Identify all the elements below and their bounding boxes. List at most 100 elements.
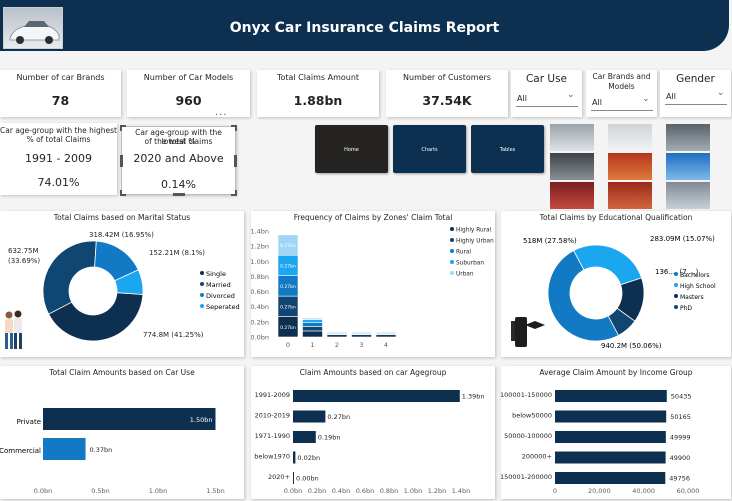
bar-commercial (43, 438, 86, 460)
y-tick-label: 0.2bn (251, 318, 269, 326)
x-axis: 0.0bn 0.2bn 0.4bn 0.6bn 0.8bn 1.0bn 1.2bn 1.4bn (284, 487, 471, 495)
resize-handle[interactable] (231, 125, 237, 131)
slicer-underline (516, 106, 578, 107)
resize-handle[interactable] (120, 155, 123, 167)
x-tick-label: 0.4bn (332, 487, 351, 495)
x-tick-label: 4 (384, 341, 388, 349)
donut-slices (42, 240, 144, 342)
bar-segment-highly-rural (375, 334, 397, 338)
car-thumbnail (550, 182, 594, 209)
car-thumbnail (666, 124, 710, 151)
kpi-label: Number of car Brands (16, 73, 105, 82)
category-label: 2010-2019 (255, 412, 290, 420)
slicer-car-use[interactable]: Car Use All ⌄ (511, 70, 582, 117)
income-chart-card: Average Claim Amount by Income Group 100… (501, 366, 731, 499)
slicer-selected[interactable]: All (517, 94, 527, 103)
y-tick-label: 0.6bn (251, 288, 269, 296)
education-donut: 518M (27.58%) 283.09M (15.07%) 136.... (… (511, 235, 716, 350)
bar-1971-1990 (293, 431, 316, 443)
x-tick-label: 20,000 (588, 487, 611, 495)
bar-segment-suburban (351, 332, 372, 334)
lowest-agegroup: 2020 and Above (133, 152, 224, 165)
car-thumbnail (666, 182, 710, 209)
slicer-title: Car Use (525, 73, 568, 85)
bar-segment-highly-rural (351, 334, 372, 338)
resize-handle[interactable] (173, 193, 185, 196)
marital-status-donut: 318.42M (16.95%) 152.21M (8.1%) 632.75M … (5, 231, 240, 349)
category-label: 100001-150000 (501, 391, 552, 399)
slicer-selected[interactable]: All (666, 92, 676, 101)
edu-high-school-label: 518M (27.58%) (523, 237, 577, 245)
car-thumbnail (608, 182, 652, 209)
category-label: 50000-100000 (504, 432, 552, 440)
slicer-title: Gender (676, 73, 715, 85)
legend-marker (200, 282, 204, 286)
zones-stacked-bar-chart: 0.0bn 0.2bn 0.4bn 0.6bn 0.8bn 1.0bn 1.2bn 1.4bn… (251, 227, 494, 349)
resize-handle[interactable] (231, 190, 237, 196)
marital-status-chart-card: Total Claims based on Marital Status 318… (0, 211, 244, 357)
x-tick-label: 1.0bn (149, 487, 168, 495)
highest-agegroup: 1991 - 2009 (25, 152, 92, 165)
legend-marker (450, 238, 454, 242)
data-label: 0.02bn (297, 454, 320, 462)
income-bar-chart: 100001-150000 50435 below50000 50165 50000-1… (501, 390, 699, 495)
legend-marker (450, 271, 454, 275)
category-label: below50000 (512, 412, 552, 420)
chevron-down-icon[interactable]: ⌄ (567, 90, 575, 100)
data-label: 0.27bn (280, 243, 296, 249)
education-chart-card: Total Claims by Educational Qualificatio… (501, 211, 731, 357)
category-label: 150001-200000 (501, 473, 552, 481)
bar-segment-suburban (375, 332, 397, 334)
legend-marker (450, 249, 454, 253)
kpi-value: 960 (175, 93, 202, 108)
legend-label: Highly Rural (456, 228, 492, 234)
resize-handle[interactable] (120, 190, 126, 196)
card-label-line2: of the total claims (144, 137, 213, 146)
legend-marker (450, 227, 454, 231)
x-tick-label: 0.2bn (308, 487, 327, 495)
category-label: 2020+ (268, 473, 290, 481)
resize-handle[interactable] (234, 155, 237, 167)
slicer-title-line2: Models (608, 82, 635, 91)
bar-2010-2019 (293, 410, 326, 423)
legend-label: Urban (456, 272, 474, 278)
bar-segment-suburban (326, 332, 348, 334)
lowest-agegroup-card[interactable]: Car age-group with the lowest % of the t… (120, 125, 237, 196)
donut-slice-high-school (573, 244, 643, 286)
kpi-label: Number of Customers (403, 73, 491, 82)
legend-marker (674, 283, 678, 287)
tables-button[interactable]: Tables (471, 125, 544, 173)
slicer-title-line1: Car Brands and (592, 72, 651, 81)
category-label: 1991-2009 (255, 391, 290, 399)
bar-segment-highly-urban (302, 326, 323, 332)
chevron-down-icon[interactable]: ⌄ (717, 88, 725, 98)
x-tick-label: 1.0bn (404, 487, 423, 495)
x-tick-label: 1 (310, 341, 314, 349)
legend-label: Married (206, 281, 231, 289)
chevron-down-icon[interactable]: ⌄ (642, 94, 650, 104)
more-options-icon[interactable]: ... (215, 107, 235, 118)
stacked-bars: 0.27bn 0.27bn 0.27bn 0.27bn 0.27bn (277, 234, 397, 338)
home-button[interactable]: Home (315, 125, 388, 173)
x-tick-label: 0.0bn (284, 487, 303, 495)
category-label: below1970 (254, 453, 290, 461)
legend-marker (200, 271, 204, 275)
data-label: 0.00bn (296, 475, 319, 483)
card-label-line1: Car age-group with the highest (0, 126, 117, 135)
data-label: 50165 (670, 413, 691, 421)
legend-label: Masters (680, 294, 704, 301)
slicer-car-brands[interactable]: Car Brands and Models All ⌄ (586, 70, 657, 117)
legend-label: Seperated (206, 303, 240, 311)
charts-button[interactable]: Charts (393, 125, 466, 173)
y-tick-label: 0.8bn (251, 273, 269, 281)
slicer-selected[interactable]: All (592, 98, 602, 107)
slicer-gender[interactable]: Gender All ⌄ (660, 70, 731, 117)
data-label: 0.27bn (280, 263, 296, 269)
charts-button-label: Charts (421, 147, 438, 153)
donut-slices (547, 244, 645, 342)
y-tick-label: 0.0bn (251, 334, 269, 342)
bar-below50000 (555, 410, 667, 423)
y-tick-label: 0.4bn (251, 303, 269, 311)
car-thumbnail (608, 153, 652, 180)
resize-handle[interactable] (120, 125, 126, 131)
